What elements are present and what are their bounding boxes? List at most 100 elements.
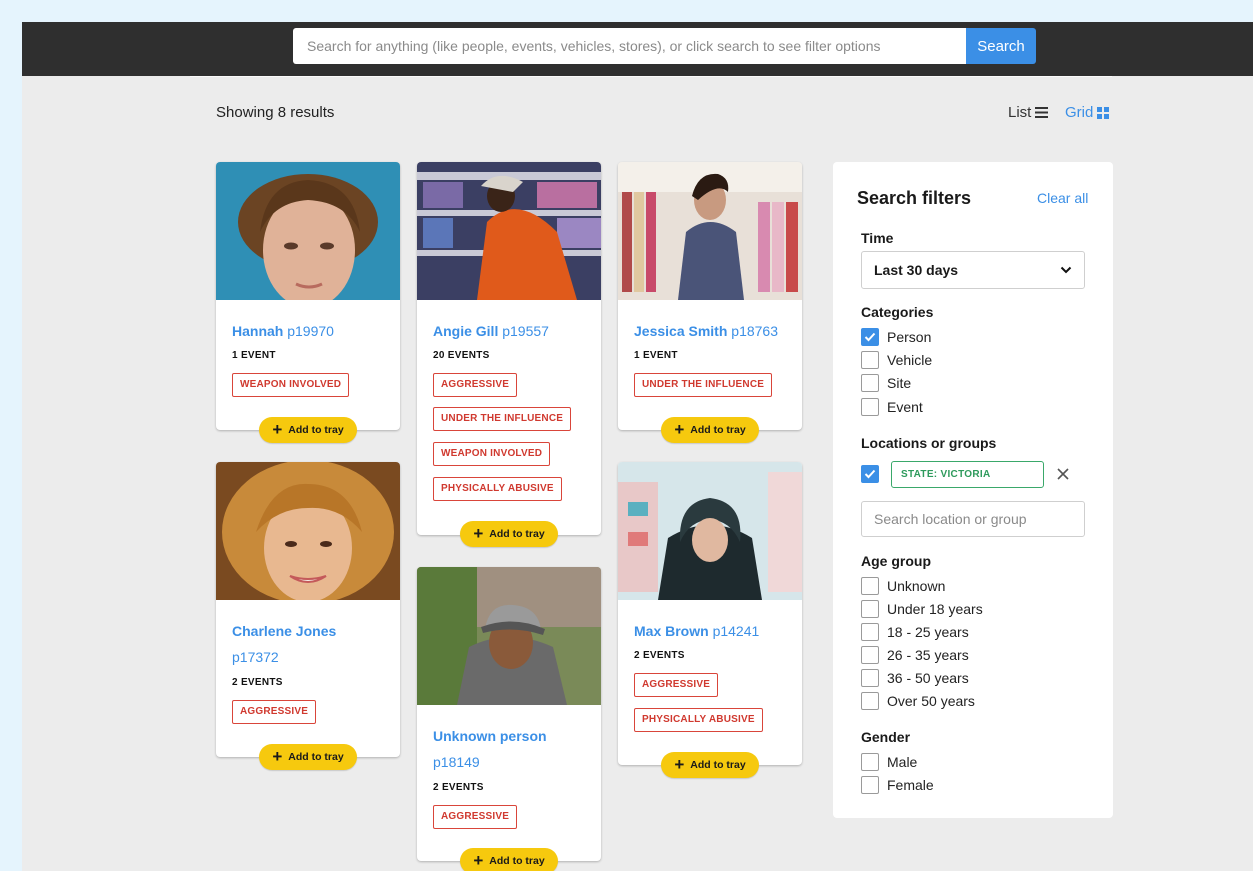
checkbox[interactable] [861,351,879,369]
person-photo [216,162,400,300]
check-icon [864,332,876,342]
checkbox[interactable] [861,374,879,392]
person-card-unknown-person[interactable]: Unknown person p18149 2 EVENTS AGGRESSIV… [417,567,601,871]
categories-label: Categories [861,304,934,320]
event-count: 2 EVENTS [232,677,283,688]
close-icon[interactable] [1054,465,1072,483]
age-36-50-checkbox[interactable]: 36 - 50 years [861,669,969,687]
checkbox[interactable] [861,753,879,771]
app-frame: Search Showing 8 results List Grid Han [22,22,1253,871]
checkbox[interactable] [861,776,879,794]
gender-female-checkbox[interactable]: Female [861,776,934,794]
person-name[interactable]: Unknown person [433,727,547,745]
checkbox[interactable] [861,623,879,641]
search-filters-panel: Search filters Clear all Time Last 30 da… [833,162,1113,818]
tag-weapon-involved: WEAPON INVOLVED [433,442,551,466]
checkbox-label: Event [887,399,923,415]
person-photo [216,462,400,600]
time-select[interactable]: Last 30 days [861,251,1085,289]
search-input[interactable] [293,28,966,64]
checkbox[interactable] [861,669,879,687]
checkbox[interactable] [861,600,879,618]
add-to-tray-button[interactable]: + Add to tray [460,848,558,871]
tag-physically-abusive: PHYSICALLY ABUSIVE [433,477,562,501]
person-card-charlene-jones[interactable]: Charlene Jones p17372 2 EVENTS AGGRESSIV… [216,462,400,770]
checkbox-label: Female [887,777,934,793]
person-name[interactable]: Jessica Smith p18763 [634,322,778,340]
checkbox-label: 26 - 35 years [887,647,969,663]
age-26-35-checkbox[interactable]: 26 - 35 years [861,646,969,664]
tag-under-the-influence: UNDER THE INFLUENCE [433,407,572,431]
event-count: 2 EVENTS [433,782,484,793]
add-to-tray-button[interactable]: + Add to tray [661,417,759,443]
gender-label: Gender [861,729,911,745]
category-vehicle-checkbox[interactable]: Vehicle [861,351,932,369]
checkbox[interactable] [861,577,879,595]
checkbox-label: 18 - 25 years [887,624,969,640]
person-photo [618,462,802,600]
checkbox[interactable] [861,646,879,664]
person-photo [417,567,601,705]
person-card-hannah[interactable]: Hannah p19970 1 EVENT WEAPON INVOLVED + A… [216,162,400,443]
checkbox-label: Site [887,375,912,391]
person-name[interactable]: Angie Gill p19557 [433,322,549,340]
age-group-label: Age group [861,553,931,569]
add-to-tray-button[interactable]: + Add to tray [661,752,759,778]
plus-icon: + [272,420,283,439]
view-grid-label: Grid [1065,104,1094,121]
view-grid-toggle[interactable]: Grid [1065,104,1110,121]
gender-male-checkbox[interactable]: Male [861,753,917,771]
person-name[interactable]: Charlene Jones [232,622,336,640]
checkbox-label: Person [887,329,932,345]
results-count: Showing 8 results [216,104,335,121]
search-button[interactable]: Search [966,28,1036,64]
clear-all-link[interactable]: Clear all [1037,190,1088,206]
plus-icon: + [473,851,484,870]
checkbox-label: Under 18 years [887,601,983,617]
age-18-25-checkbox[interactable]: 18 - 25 years [861,623,969,641]
check-icon [864,469,876,479]
age-unknown-checkbox[interactable]: Unknown [861,577,945,595]
checkbox-label: Vehicle [887,352,933,368]
plus-icon: + [473,524,484,543]
person-card-jessica-smith[interactable]: Jessica Smith p18763 1 EVENT UNDER THE I… [618,162,802,443]
checkbox-checked[interactable] [861,328,879,346]
checkbox-label: 36 - 50 years [887,670,969,686]
add-to-tray-button[interactable]: + Add to tray [259,417,357,443]
tag-under-the-influence: UNDER THE INFLUENCE [634,373,773,397]
time-selected-value: Last 30 days [874,262,959,278]
category-event-checkbox[interactable]: Event [861,398,923,416]
person-card-max-brown[interactable]: Max Brown p14241 2 EVENTS AGGRESSIVE PHY… [618,462,802,778]
view-list-toggle[interactable]: List [1008,104,1049,121]
person-name[interactable]: Hannah p19970 [232,322,334,340]
checkbox-label: Unknown [887,578,946,594]
time-label: Time [861,230,894,246]
checkbox-checked[interactable] [861,465,879,483]
tag-aggressive: AGGRESSIVE [634,673,719,697]
tag-aggressive: AGGRESSIVE [433,373,518,397]
checkbox[interactable] [861,398,879,416]
person-name[interactable]: Max Brown p14241 [634,622,759,640]
location-search-input[interactable] [861,501,1085,537]
locations-label: Locations or groups [861,435,997,451]
person-card-angie-gill[interactable]: Angie Gill p19557 20 EVENTS AGGRESSIVE U… [417,162,601,547]
plus-icon: + [674,755,685,774]
age-over-50-checkbox[interactable]: Over 50 years [861,692,975,710]
category-person-checkbox[interactable]: Person [861,328,931,346]
person-photo [417,162,601,300]
location-chip-checkbox[interactable] [861,465,879,483]
event-count: 20 EVENTS [433,350,490,361]
category-site-checkbox[interactable]: Site [861,374,911,392]
event-count: 2 EVENTS [634,650,685,661]
event-count: 1 EVENT [232,350,276,361]
tag-aggressive: AGGRESSIVE [232,700,317,724]
event-count: 1 EVENT [634,350,678,361]
checkbox-label: Male [887,754,918,770]
tag-aggressive: AGGRESSIVE [433,805,518,829]
add-to-tray-button[interactable]: + Add to tray [460,521,558,547]
add-to-tray-button[interactable]: + Add to tray [259,744,357,770]
tag-physically-abusive: PHYSICALLY ABUSIVE [634,708,763,732]
checkbox[interactable] [861,692,879,710]
age-under-18-checkbox[interactable]: Under 18 years [861,600,983,618]
divider [190,76,1112,77]
